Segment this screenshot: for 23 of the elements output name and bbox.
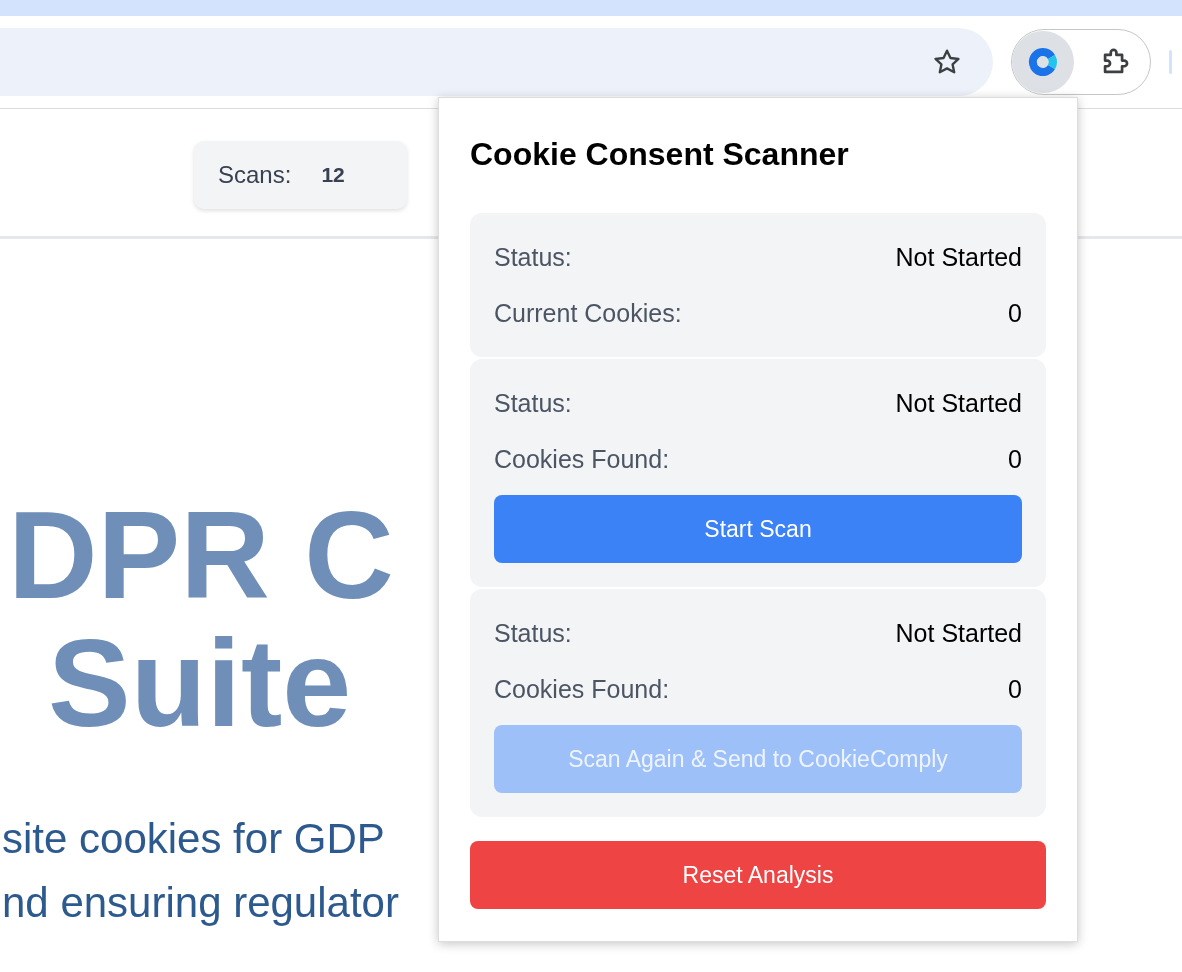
field-value: Not Started	[895, 242, 1022, 272]
field-value: Not Started	[895, 618, 1022, 648]
field-value: 0	[1008, 298, 1022, 328]
field-label: Current Cookies:	[494, 298, 682, 328]
field-label: Cookies Found:	[494, 674, 670, 704]
hero-subtitle: nd ensuring regulator	[2, 878, 400, 928]
hero-heading: DPR C	[8, 491, 395, 619]
scans-count: 12	[321, 163, 345, 187]
field-label: Cookies Found:	[494, 444, 670, 474]
scans-label: Scans:	[218, 161, 292, 189]
field-label: Status:	[494, 242, 572, 272]
field-value: 0	[1008, 444, 1022, 474]
scan-button[interactable]: Start Scan	[494, 495, 1022, 563]
field-value: 0	[1008, 674, 1022, 704]
hero-heading: Suite	[48, 619, 353, 747]
field-label: Status:	[494, 388, 572, 418]
hero-subtitle: site cookies for GDP	[2, 814, 386, 864]
extension-button[interactable]	[1012, 31, 1074, 93]
field-value: Not Started	[895, 388, 1022, 418]
reset-button[interactable]: Reset Analysis	[470, 841, 1046, 909]
popup-title: Cookie Consent Scanner	[470, 136, 850, 173]
logo-icon	[1026, 45, 1060, 79]
field-label: Status:	[494, 618, 572, 648]
